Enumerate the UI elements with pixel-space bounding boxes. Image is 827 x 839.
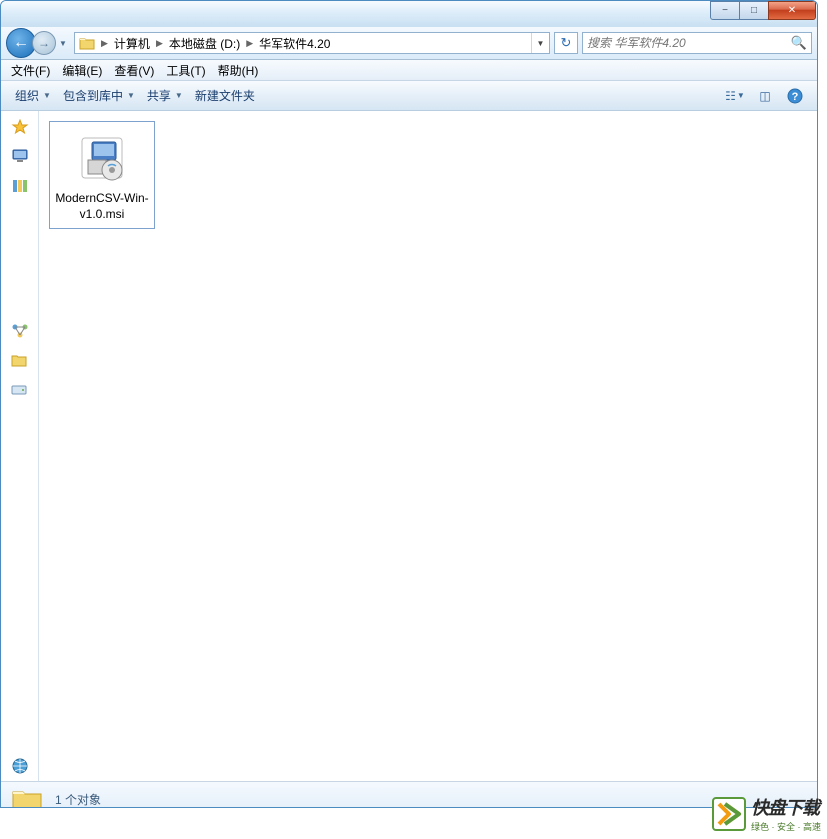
- address-dropdown[interactable]: ▼: [531, 33, 549, 53]
- organize-button[interactable]: 组织 ▼: [9, 83, 57, 108]
- content-area: ModernCSV-Win-v1.0.msi: [1, 111, 817, 781]
- search-box[interactable]: 🔍: [582, 32, 812, 54]
- folder-icon: [77, 33, 97, 53]
- watermark-subtitle: 绿色 · 安全 · 高速: [751, 820, 821, 833]
- menu-edit[interactable]: 编辑(E): [56, 60, 108, 81]
- favorites-icon[interactable]: [11, 119, 29, 135]
- breadcrumb-folder[interactable]: 华军软件4.20: [255, 33, 334, 53]
- chevron-down-icon: ▼: [43, 91, 51, 100]
- organize-label: 组织: [15, 87, 39, 104]
- watermark-logo-icon: [711, 796, 747, 832]
- close-button[interactable]: ✕: [768, 1, 816, 20]
- minimize-icon: −: [722, 5, 728, 16]
- refresh-icon: ↻: [561, 35, 572, 51]
- breadcrumb-separator[interactable]: ▶: [244, 33, 255, 53]
- breadcrumb-separator[interactable]: ▶: [99, 33, 110, 53]
- include-library-button[interactable]: 包含到库中 ▼: [57, 83, 141, 108]
- chevron-down-icon: ▼: [127, 91, 135, 100]
- breadcrumb-drive[interactable]: 本地磁盘 (D:): [165, 33, 244, 53]
- watermark-title: 快盘下载: [751, 794, 821, 820]
- status-count-label: 1 个对象: [55, 791, 101, 808]
- file-name-label: ModernCSV-Win-v1.0.msi: [54, 191, 150, 222]
- globe-icon[interactable]: [11, 757, 29, 773]
- arrow-left-icon: ←: [13, 34, 29, 52]
- breadcrumb-computer[interactable]: 计算机: [110, 33, 154, 53]
- navigation-pane: [1, 111, 39, 781]
- arrow-right-icon: →: [38, 36, 50, 50]
- view-icon: ☷: [725, 89, 736, 103]
- nav-history-dropdown[interactable]: ▼: [56, 33, 70, 53]
- file-list-pane[interactable]: ModernCSV-Win-v1.0.msi: [39, 111, 817, 781]
- titlebar: − □ ✕: [1, 1, 817, 27]
- menu-file[interactable]: 文件(F): [5, 60, 56, 81]
- nav-forward-button[interactable]: →: [32, 31, 56, 55]
- minimize-button[interactable]: −: [710, 1, 740, 20]
- watermark: 快盘下载 绿色 · 安全 · 高速: [711, 794, 821, 833]
- new-folder-button[interactable]: 新建文件夹: [189, 83, 261, 108]
- status-bar: 1 个对象: [1, 781, 817, 808]
- menu-help[interactable]: 帮助(H): [212, 60, 265, 81]
- preview-icon: ◫: [759, 89, 770, 103]
- share-label: 共享: [147, 87, 171, 104]
- search-input[interactable]: [587, 36, 791, 50]
- svg-text:?: ?: [792, 91, 799, 103]
- computer-icon[interactable]: [11, 149, 29, 165]
- refresh-button[interactable]: ↻: [554, 32, 578, 54]
- menubar: 文件(F) 编辑(E) 查看(V) 工具(T) 帮助(H): [1, 60, 817, 81]
- installer-icon: [72, 128, 132, 188]
- window-controls: − □ ✕: [711, 1, 816, 20]
- maximize-button[interactable]: □: [739, 1, 769, 20]
- toolbar-right: ☷▼ ◫ ?: [721, 85, 809, 107]
- search-icon[interactable]: 🔍: [791, 35, 807, 51]
- menu-tools[interactable]: 工具(T): [160, 60, 211, 81]
- toolbar: 组织 ▼ 包含到库中 ▼ 共享 ▼ 新建文件夹 ☷▼ ◫ ?: [1, 81, 817, 111]
- chevron-down-icon: ▼: [737, 91, 745, 100]
- folder-icon: [11, 786, 43, 809]
- close-icon: ✕: [788, 5, 796, 16]
- libraries-icon[interactable]: [11, 179, 29, 195]
- view-mode-button[interactable]: ☷▼: [721, 85, 749, 107]
- address-bar[interactable]: ▶ 计算机 ▶ 本地磁盘 (D:) ▶ 华军软件4.20 ▼: [74, 32, 550, 54]
- breadcrumb-separator[interactable]: ▶: [154, 33, 165, 53]
- explorer-window: − □ ✕ ← → ▼ ▶ 计算机 ▶ 本地磁盘 (D:) ▶ 华军软件4.20…: [0, 0, 818, 808]
- help-button[interactable]: ?: [781, 85, 809, 107]
- help-icon: ?: [787, 88, 803, 104]
- share-button[interactable]: 共享 ▼: [141, 83, 189, 108]
- maximize-icon: □: [751, 5, 757, 16]
- new-folder-label: 新建文件夹: [195, 87, 255, 104]
- drive-tree-icon[interactable]: [11, 383, 29, 399]
- menu-view[interactable]: 查看(V): [108, 60, 160, 81]
- navbar: ← → ▼ ▶ 计算机 ▶ 本地磁盘 (D:) ▶ 华军软件4.20 ▼ ↻ 🔍: [1, 27, 817, 60]
- folder-tree-icon[interactable]: [11, 353, 29, 369]
- include-label: 包含到库中: [63, 87, 123, 104]
- chevron-down-icon: ▼: [175, 91, 183, 100]
- preview-pane-button[interactable]: ◫: [751, 85, 779, 107]
- file-item[interactable]: ModernCSV-Win-v1.0.msi: [49, 121, 155, 229]
- watermark-text: 快盘下载 绿色 · 安全 · 高速: [751, 794, 821, 833]
- network-icon[interactable]: [11, 323, 29, 339]
